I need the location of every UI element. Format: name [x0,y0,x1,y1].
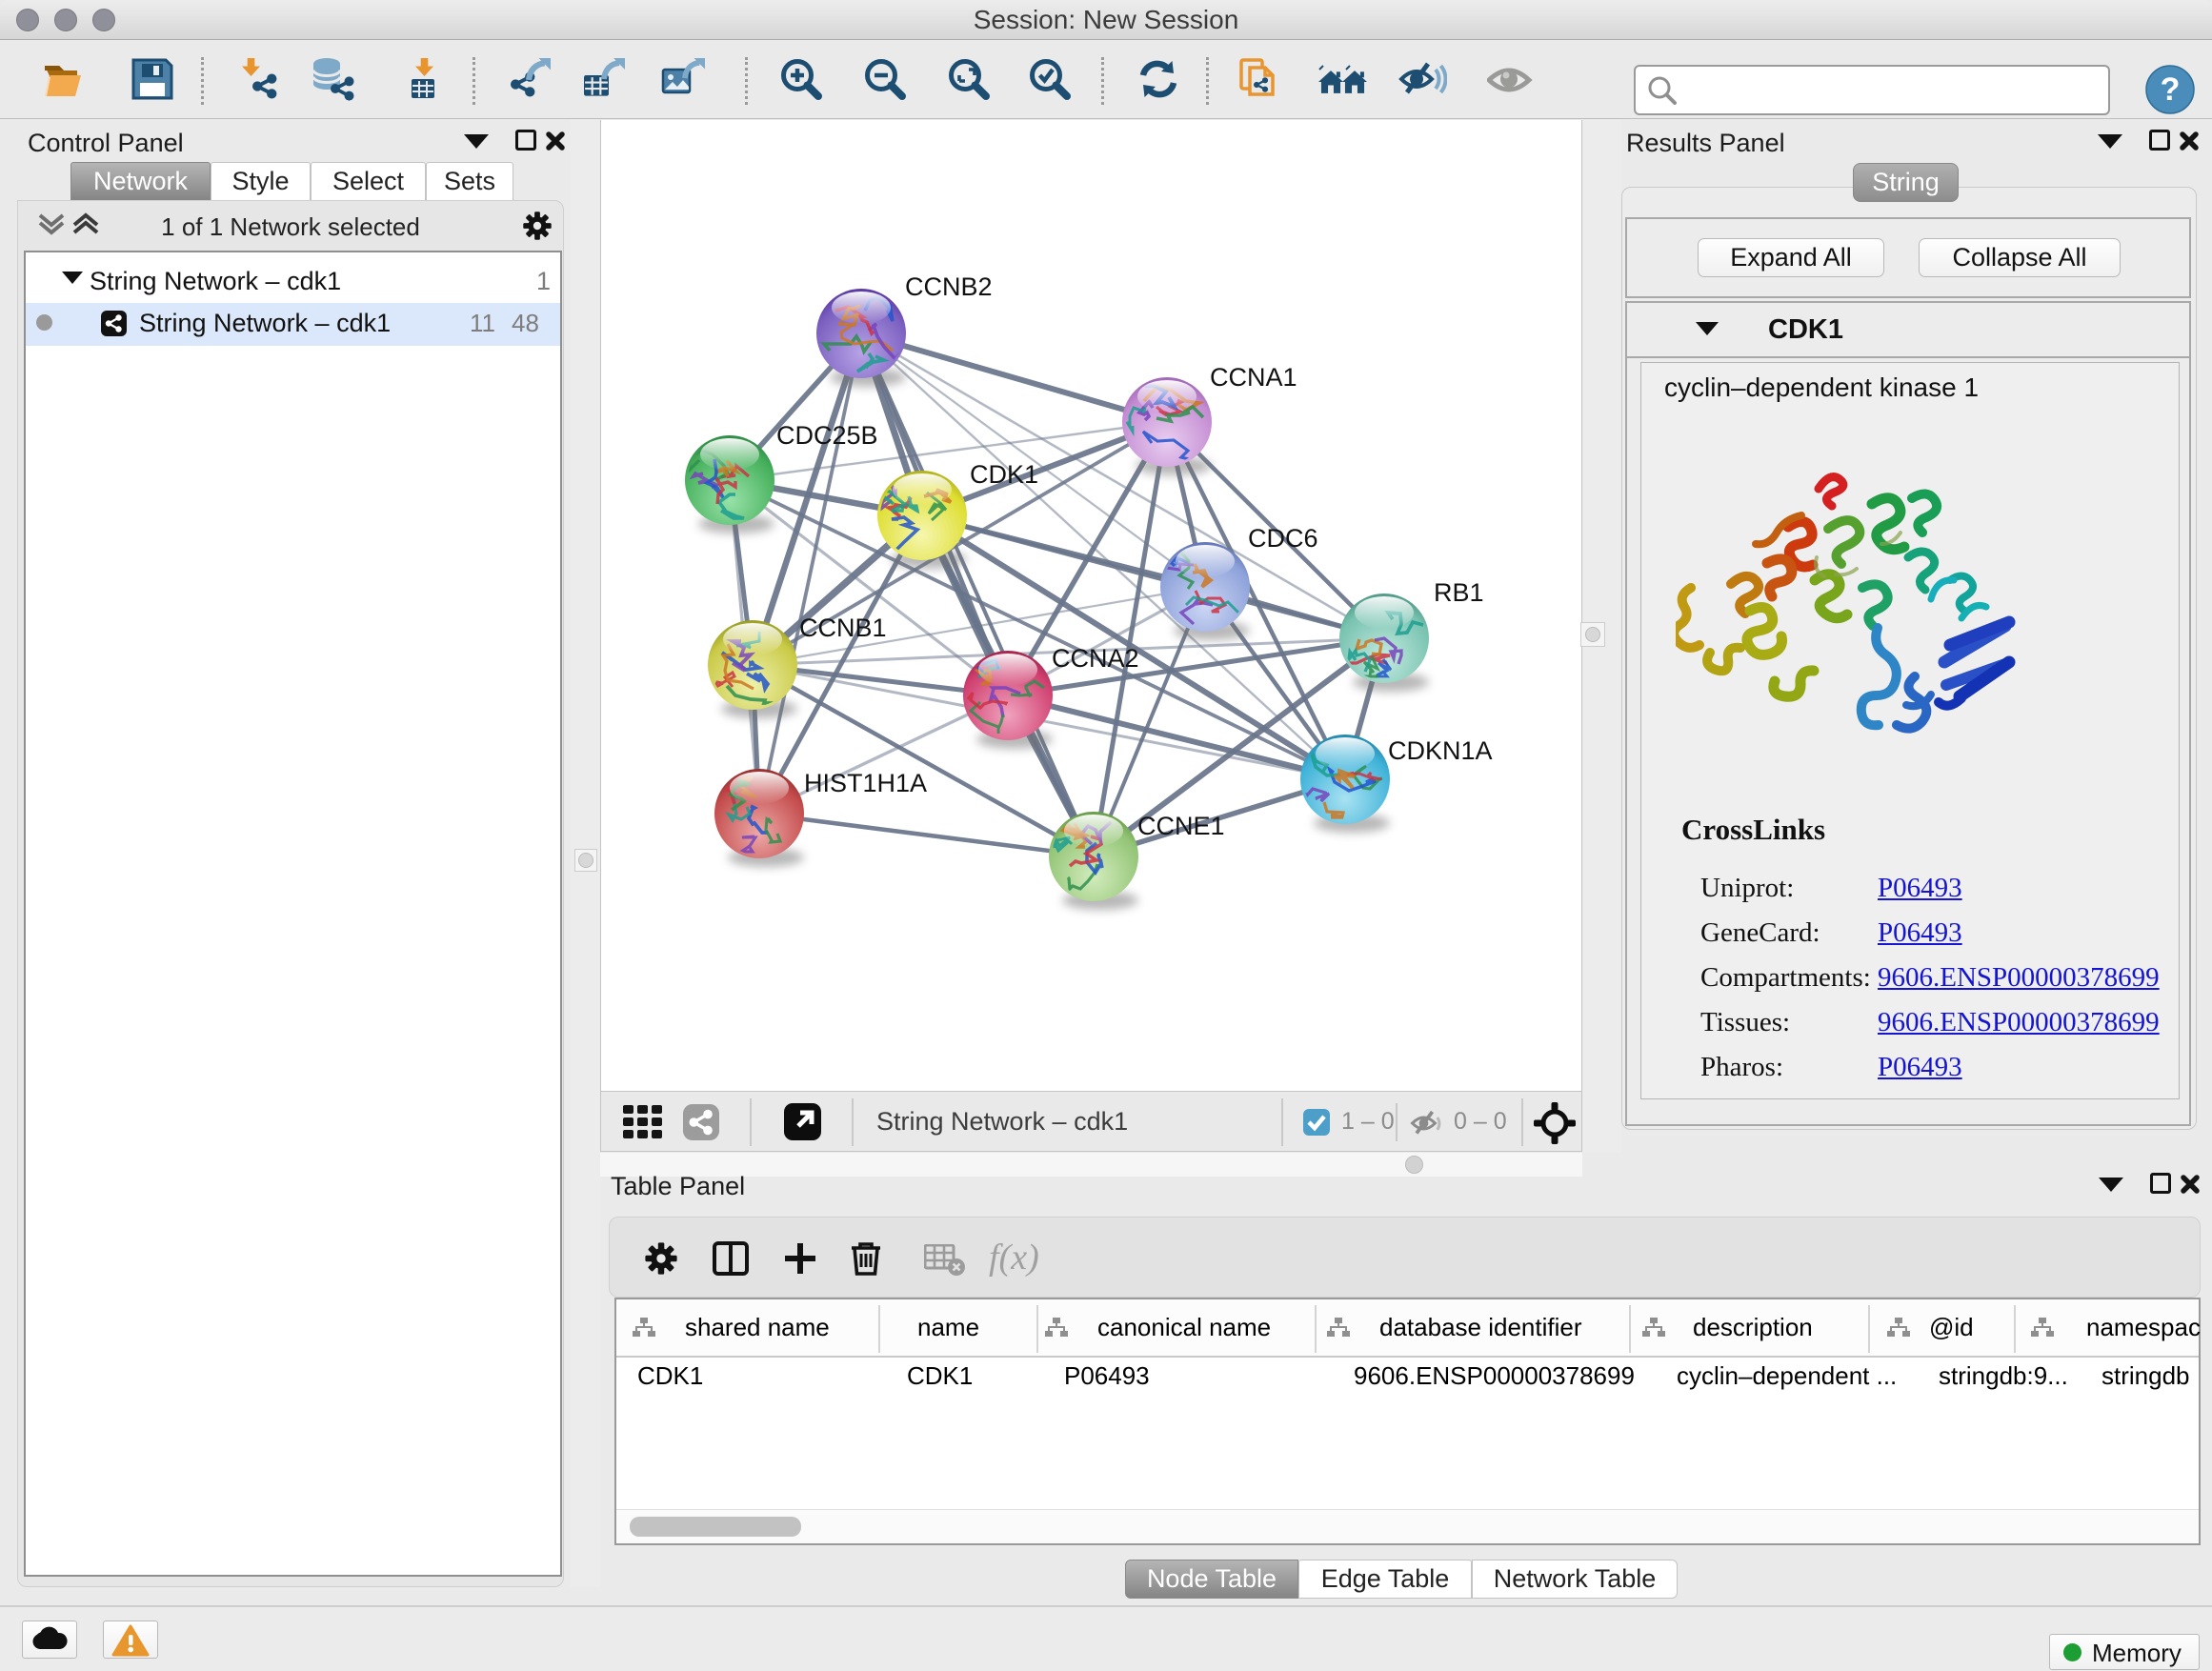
svg-text:CDK1: CDK1 [970,460,1038,489]
svg-text:?: ? [2161,71,2181,108]
svg-text:CCNB2: CCNB2 [905,272,993,301]
svg-text:RB1: RB1 [1434,578,1484,607]
svg-text:CCNE1: CCNE1 [1137,812,1225,840]
svg-text:CDC6: CDC6 [1248,524,1318,553]
svg-text:CDKN1A: CDKN1A [1388,736,1493,765]
svg-text:CCNA1: CCNA1 [1210,363,1297,392]
svg-text:CCNA2: CCNA2 [1052,644,1139,673]
svg-text:CCNB1: CCNB1 [799,614,887,642]
svg-text:HIST1H1A: HIST1H1A [804,769,927,797]
svg-text:CDC25B: CDC25B [776,421,878,450]
